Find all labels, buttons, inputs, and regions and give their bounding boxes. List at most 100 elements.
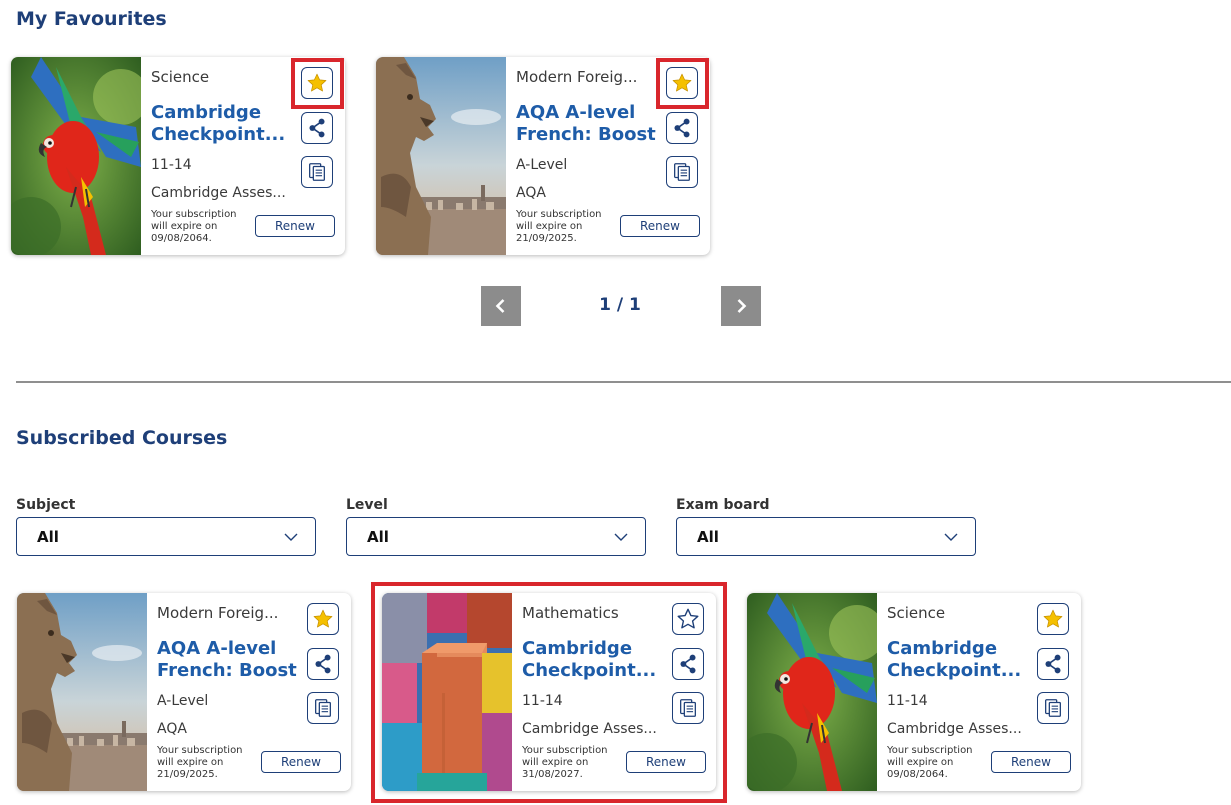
share-button[interactable] bbox=[672, 648, 704, 680]
subscribed-course-card[interactable]: Mathematics Cambridge Checkpoint... 11-1… bbox=[382, 593, 716, 791]
favourite-button[interactable] bbox=[307, 603, 339, 635]
star-icon bbox=[306, 72, 328, 94]
copy-button[interactable] bbox=[1037, 692, 1069, 724]
subscribed-course-card[interactable]: Modern Foreig... AQA A-level French: Boo… bbox=[17, 593, 351, 791]
exam-board-filter-select[interactable]: All bbox=[676, 517, 976, 556]
copy-icon bbox=[312, 697, 334, 719]
course-level: 11-14 bbox=[887, 693, 928, 709]
course-exam-board: Cambridge Asses... bbox=[151, 185, 286, 201]
favourite-course-card[interactable]: Science Cambridge Checkpoint... 11-14 Ca… bbox=[11, 57, 345, 255]
course-subject: Science bbox=[151, 68, 210, 86]
course-image-parrot bbox=[11, 57, 141, 255]
copy-icon bbox=[1042, 697, 1064, 719]
renew-button[interactable]: Renew bbox=[991, 751, 1071, 773]
copy-button[interactable] bbox=[307, 692, 339, 724]
share-icon bbox=[312, 653, 334, 675]
course-title-line1: AQA A-level bbox=[157, 638, 277, 659]
course-exam-board: Cambridge Asses... bbox=[522, 721, 657, 737]
favourites-heading: My Favourites bbox=[16, 8, 167, 30]
course-title[interactable]: Cambridge Checkpoint... bbox=[151, 102, 306, 146]
course-exam-board: AQA bbox=[157, 721, 187, 737]
select-value: All bbox=[37, 528, 59, 546]
course-title-line2: Checkpoint... bbox=[151, 124, 286, 145]
course-title-line2: Checkpoint... bbox=[887, 660, 1022, 681]
share-button[interactable] bbox=[307, 648, 339, 680]
chevron-down-icon bbox=[284, 533, 298, 541]
course-title[interactable]: Cambridge Checkpoint... bbox=[887, 638, 1042, 682]
select-value: All bbox=[367, 528, 389, 546]
course-title[interactable]: AQA A-level French: Boost bbox=[516, 102, 671, 146]
subscribed-course-card[interactable]: Science Cambridge Checkpoint... 11-14 Ca… bbox=[747, 593, 1081, 791]
course-subject: Modern Foreig... bbox=[516, 68, 638, 86]
subject-filter-select[interactable]: All bbox=[16, 517, 316, 556]
renew-button[interactable]: Renew bbox=[626, 751, 706, 773]
copy-icon bbox=[677, 697, 699, 719]
course-level: A-Level bbox=[157, 693, 209, 709]
copy-icon bbox=[671, 161, 693, 183]
course-title-line1: AQA A-level bbox=[516, 102, 636, 123]
chevron-down-icon bbox=[944, 533, 958, 541]
level-filter-select[interactable]: All bbox=[346, 517, 646, 556]
course-title-line1: Cambridge bbox=[151, 102, 262, 123]
filter-label-exam-board: Exam board bbox=[676, 497, 770, 513]
course-title-line2: French: Boost bbox=[157, 660, 297, 681]
chevron-right-icon bbox=[737, 299, 747, 313]
course-image-parrot bbox=[747, 593, 877, 791]
subscribed-heading: Subscribed Courses bbox=[16, 427, 228, 449]
course-title-line1: Cambridge bbox=[887, 638, 998, 659]
previous-page-button[interactable] bbox=[481, 286, 521, 326]
renew-button[interactable]: Renew bbox=[261, 751, 341, 773]
favourite-button[interactable] bbox=[301, 67, 333, 99]
course-title-line2: French: Boost bbox=[516, 124, 656, 145]
course-image-gargoyle bbox=[17, 593, 147, 791]
course-subject: Science bbox=[887, 604, 946, 622]
chevron-down-icon bbox=[614, 533, 628, 541]
copy-button[interactable] bbox=[301, 156, 333, 188]
subscription-expiry: Your subscription will expire on 09/08/2… bbox=[151, 209, 237, 244]
course-subject: Mathematics bbox=[522, 604, 619, 622]
course-level: 11-14 bbox=[522, 693, 563, 709]
copy-button[interactable] bbox=[672, 692, 704, 724]
share-icon bbox=[306, 117, 328, 139]
star-icon bbox=[1042, 608, 1064, 630]
page-indicator: 1 / 1 bbox=[599, 295, 641, 315]
copy-button[interactable] bbox=[666, 156, 698, 188]
filter-label-subject: Subject bbox=[16, 497, 76, 513]
star-icon bbox=[671, 72, 693, 94]
subscription-expiry: Your subscription will expire on 09/08/2… bbox=[887, 745, 973, 780]
section-divider bbox=[16, 381, 1231, 383]
chevron-left-icon bbox=[495, 299, 505, 313]
favourite-button[interactable] bbox=[672, 603, 704, 635]
share-icon bbox=[671, 117, 693, 139]
star-outline-icon bbox=[676, 607, 700, 631]
course-title-line2: Checkpoint... bbox=[522, 660, 657, 681]
favourite-course-card[interactable]: Modern Foreig... AQA A-level French: Boo… bbox=[376, 57, 710, 255]
copy-icon bbox=[306, 161, 328, 183]
course-image-blocks bbox=[382, 593, 512, 791]
subscription-expiry: Your subscription will expire on 21/09/2… bbox=[157, 745, 243, 780]
renew-button[interactable]: Renew bbox=[255, 215, 335, 237]
star-icon bbox=[312, 608, 334, 630]
share-icon bbox=[1042, 653, 1064, 675]
course-title[interactable]: AQA A-level French: Boost bbox=[157, 638, 312, 682]
share-button[interactable] bbox=[301, 112, 333, 144]
select-value: All bbox=[697, 528, 719, 546]
course-title-line1: Cambridge bbox=[522, 638, 633, 659]
favourite-button[interactable] bbox=[1037, 603, 1069, 635]
next-page-button[interactable] bbox=[721, 286, 761, 326]
renew-button[interactable]: Renew bbox=[620, 215, 700, 237]
course-image-gargoyle bbox=[376, 57, 506, 255]
subscription-expiry: Your subscription will expire on 21/09/2… bbox=[516, 209, 602, 244]
course-subject: Modern Foreig... bbox=[157, 604, 279, 622]
favourite-button[interactable] bbox=[666, 67, 698, 99]
course-level: A-Level bbox=[516, 157, 568, 173]
course-level: 11-14 bbox=[151, 157, 192, 173]
course-title[interactable]: Cambridge Checkpoint... bbox=[522, 638, 677, 682]
share-button[interactable] bbox=[1037, 648, 1069, 680]
share-icon bbox=[677, 653, 699, 675]
share-button[interactable] bbox=[666, 112, 698, 144]
course-exam-board: AQA bbox=[516, 185, 546, 201]
filter-label-level: Level bbox=[346, 497, 388, 513]
subscription-expiry: Your subscription will expire on 31/08/2… bbox=[522, 745, 608, 780]
course-exam-board: Cambridge Asses... bbox=[887, 721, 1022, 737]
